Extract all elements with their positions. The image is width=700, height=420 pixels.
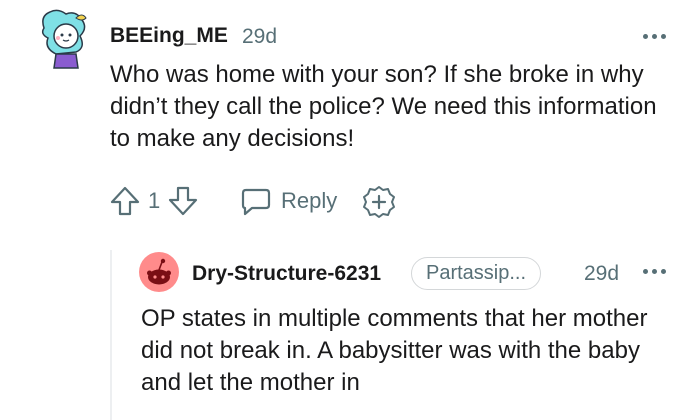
comment-actions: 1 [110,184,198,218]
reply-body: OP states in multiple comments that her … [141,305,648,396]
award-icon[interactable] [362,185,396,219]
comment: BEEing_ME 29d Who was home with your son… [0,0,700,420]
reply-button[interactable]: Reply [240,184,337,218]
comment-username[interactable]: BEEing_ME [110,24,228,48]
reply-username[interactable]: Dry-Structure-6231 [192,262,381,286]
upvote-icon[interactable] [110,185,140,217]
default-avatar-icon[interactable] [139,252,179,292]
more-options-icon[interactable] [643,269,666,274]
user-flair: Partassip... [411,257,542,290]
downvote-icon[interactable] [168,185,198,217]
comment-timestamp[interactable]: 29d [242,25,277,49]
reply-timestamp[interactable]: 29d [584,262,619,286]
more-options-icon[interactable] [643,34,666,39]
vote-score: 1 [148,188,161,213]
snoo-avatar-icon[interactable] [36,8,96,70]
comment-body: Who was home with your son? If she broke… [110,61,657,152]
thread-line[interactable] [110,250,112,420]
reply-icon [240,186,272,216]
reply-label: Reply [281,188,338,213]
